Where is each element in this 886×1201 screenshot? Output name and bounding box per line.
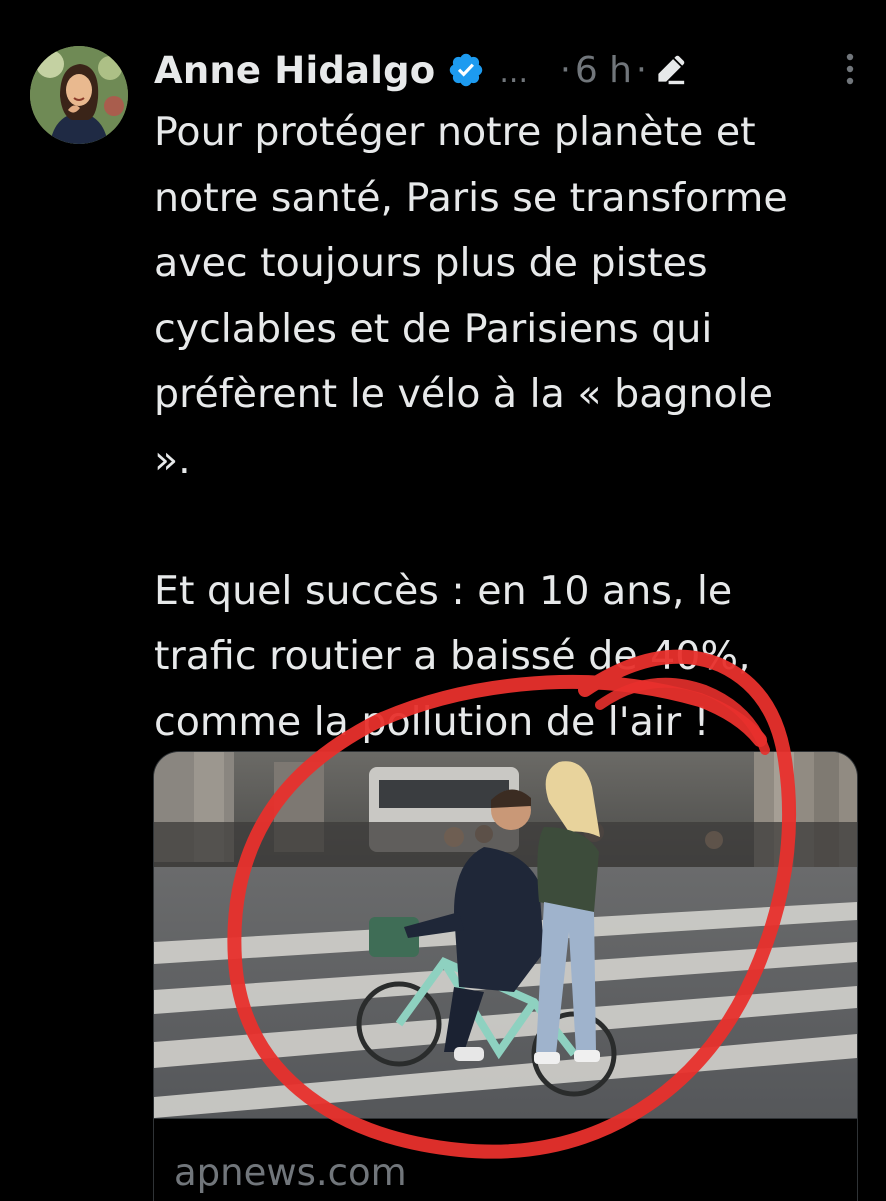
tweet-text-line: Pour protéger notre planète et bbox=[154, 109, 756, 155]
card-domain[interactable]: apnews.com bbox=[174, 1151, 407, 1194]
author-name[interactable]: Anne Hidalgo bbox=[154, 49, 435, 92]
tweet-text-line: notre santé, Paris se transforme bbox=[154, 174, 788, 221]
card-footer: apnews.com bbox=[154, 1118, 857, 1201]
verified-badge-icon[interactable] bbox=[447, 51, 485, 89]
tweet-timestamp[interactable]: · 6 h · bbox=[556, 50, 687, 91]
tweet-body: Pour protéger notre planète et notre san… bbox=[154, 100, 860, 755]
tweet-text-line: comme la pollution de l'air ! bbox=[154, 698, 710, 745]
tweet-text-line: préfèrent le vélo à la « bagnole bbox=[154, 371, 773, 417]
separator-dot: · bbox=[635, 50, 647, 90]
link-preview-card[interactable]: apnews.com bbox=[153, 751, 858, 1201]
time-label: 6 h bbox=[574, 49, 632, 91]
tweet-text-line: avec toujours plus de pistes bbox=[154, 240, 708, 286]
handle-truncated[interactable]: ... bbox=[499, 55, 528, 90]
article-photo[interactable] bbox=[154, 752, 857, 1118]
separator-dot: · bbox=[560, 50, 571, 90]
tweet-text-line: cyclables et de Parisiens qui bbox=[154, 305, 713, 352]
tweet-text-line: ». bbox=[154, 436, 191, 483]
pencil-edit-icon[interactable] bbox=[653, 53, 687, 87]
tweet-header: Anne Hidalgo ... · 6 h · bbox=[154, 44, 864, 96]
author-avatar[interactable] bbox=[30, 46, 128, 144]
more-vertical-icon[interactable] bbox=[844, 52, 856, 86]
tweet-text-line: Et quel succès : en 10 ans, le bbox=[154, 567, 733, 614]
tweet-text-line: trafic routier a baissé de 40%, bbox=[154, 633, 751, 679]
